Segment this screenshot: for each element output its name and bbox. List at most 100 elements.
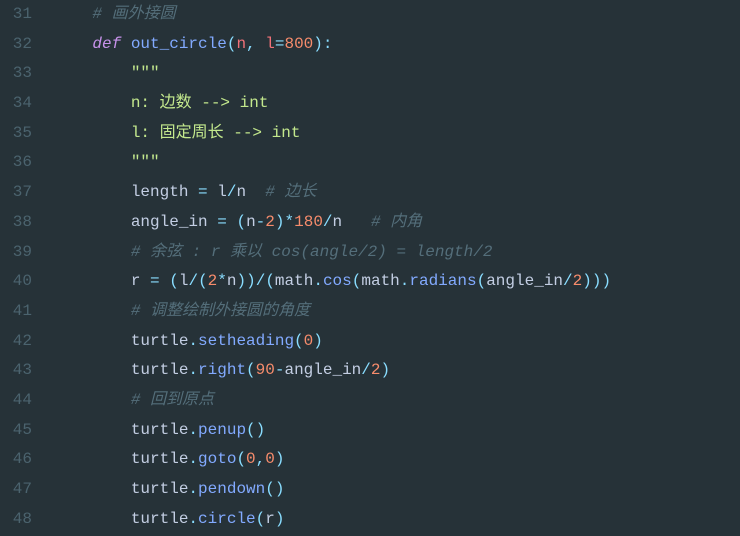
token: ) [313,332,323,350]
token: pendown [198,480,265,498]
token: """ [131,153,160,171]
token: out_circle [131,35,227,53]
code-line[interactable]: r = (l/(2*n))/(math.cos(math.radians(ang… [54,267,611,297]
indent [54,243,131,261]
token: ( [477,272,487,290]
code-line[interactable]: turtle.penup() [54,416,611,446]
token [227,213,237,231]
token: def [92,35,130,53]
token: ( [256,510,266,528]
token: 800 [284,35,313,53]
token: ( [352,272,362,290]
line-number: 37 [10,178,32,208]
token: , [256,450,266,468]
token: turtle [131,361,189,379]
token: r [265,510,275,528]
token: = [217,213,227,231]
code-line[interactable]: length = l/n # 边长 [54,178,611,208]
token: () [246,421,265,439]
line-number: 36 [10,148,32,178]
token: 180 [294,213,323,231]
token: n [236,35,246,53]
indent [54,183,131,201]
token: l [208,183,227,201]
token: 0 [304,332,314,350]
code-line[interactable]: turtle.right(90-angle_in/2) [54,356,611,386]
code-line[interactable]: """ [54,148,611,178]
token: l: 固定周长 --> int [131,124,301,142]
token: ) [275,450,285,468]
code-line[interactable]: def out_circle(n, l=800): [54,30,611,60]
indent [54,124,131,142]
token: = [150,272,160,290]
token: ))) [582,272,611,290]
token: ) [275,510,285,528]
code-line[interactable]: turtle.goto(0,0) [54,445,611,475]
token: . [188,421,198,439]
line-number: 41 [10,297,32,327]
token: . [188,480,198,498]
token: radians [409,272,476,290]
token: . [188,510,198,528]
code-line[interactable]: turtle.pendown() [54,475,611,505]
token: n [246,213,256,231]
code-line[interactable]: angle_in = (n-2)*180/n # 内角 [54,208,611,238]
code-line[interactable]: l: 固定周长 --> int [54,119,611,149]
token: )) [237,272,256,290]
token: 2 [371,361,381,379]
line-number-gutter: 313233343536373839404142434445464748 [0,0,46,536]
token: angle_in [486,272,563,290]
token: turtle [131,480,189,498]
indent [54,480,131,498]
token [160,272,170,290]
indent [54,302,131,320]
code-editor[interactable]: 313233343536373839404142434445464748 # 画… [0,0,740,536]
token: / [227,183,237,201]
code-line[interactable]: turtle.circle(r) [54,505,611,535]
token: 2 [573,272,583,290]
token: """ [131,64,160,82]
line-number: 48 [10,505,32,535]
token: math [275,272,313,290]
indent [54,361,131,379]
code-line[interactable]: # 画外接圆 [54,0,611,30]
token: # 余弦 : r 乘以 cos(angle/2) = length/2 [131,243,493,261]
indent [54,450,131,468]
line-number: 33 [10,59,32,89]
token: penup [198,421,246,439]
code-area[interactable]: # 画外接圆 def out_circle(n, l=800): """ n: … [46,0,619,536]
token: n [227,272,237,290]
token: 0 [246,450,256,468]
token: turtle [131,510,189,528]
code-line[interactable]: """ [54,59,611,89]
token: cos [323,272,352,290]
token: goto [198,450,236,468]
token: length [131,183,198,201]
indent [54,510,131,528]
token: ( [236,213,246,231]
code-line[interactable]: # 调整绘制外接圆的角度 [54,297,611,327]
token: - [256,213,266,231]
token: turtle [131,450,189,468]
code-line[interactable]: # 回到原点 [54,386,611,416]
indent [54,94,131,112]
token: # 画外接圆 [92,5,175,23]
token: ) [381,361,391,379]
token: = [198,183,208,201]
token: turtle [131,421,189,439]
token: 90 [256,361,275,379]
token: * [217,272,227,290]
code-line[interactable]: n: 边数 --> int [54,89,611,119]
token: ( [294,332,304,350]
indent [54,391,131,409]
token: . [188,332,198,350]
line-number: 31 [10,0,32,30]
token: r [131,272,150,290]
token: # 边长 [265,183,316,201]
token: n: 边数 --> int [131,94,269,112]
token: ) [275,213,285,231]
code-line[interactable]: turtle.setheading(0) [54,327,611,357]
token: / [323,213,333,231]
code-line[interactable]: # 余弦 : r 乘以 cos(angle/2) = length/2 [54,238,611,268]
token: 2 [208,272,218,290]
